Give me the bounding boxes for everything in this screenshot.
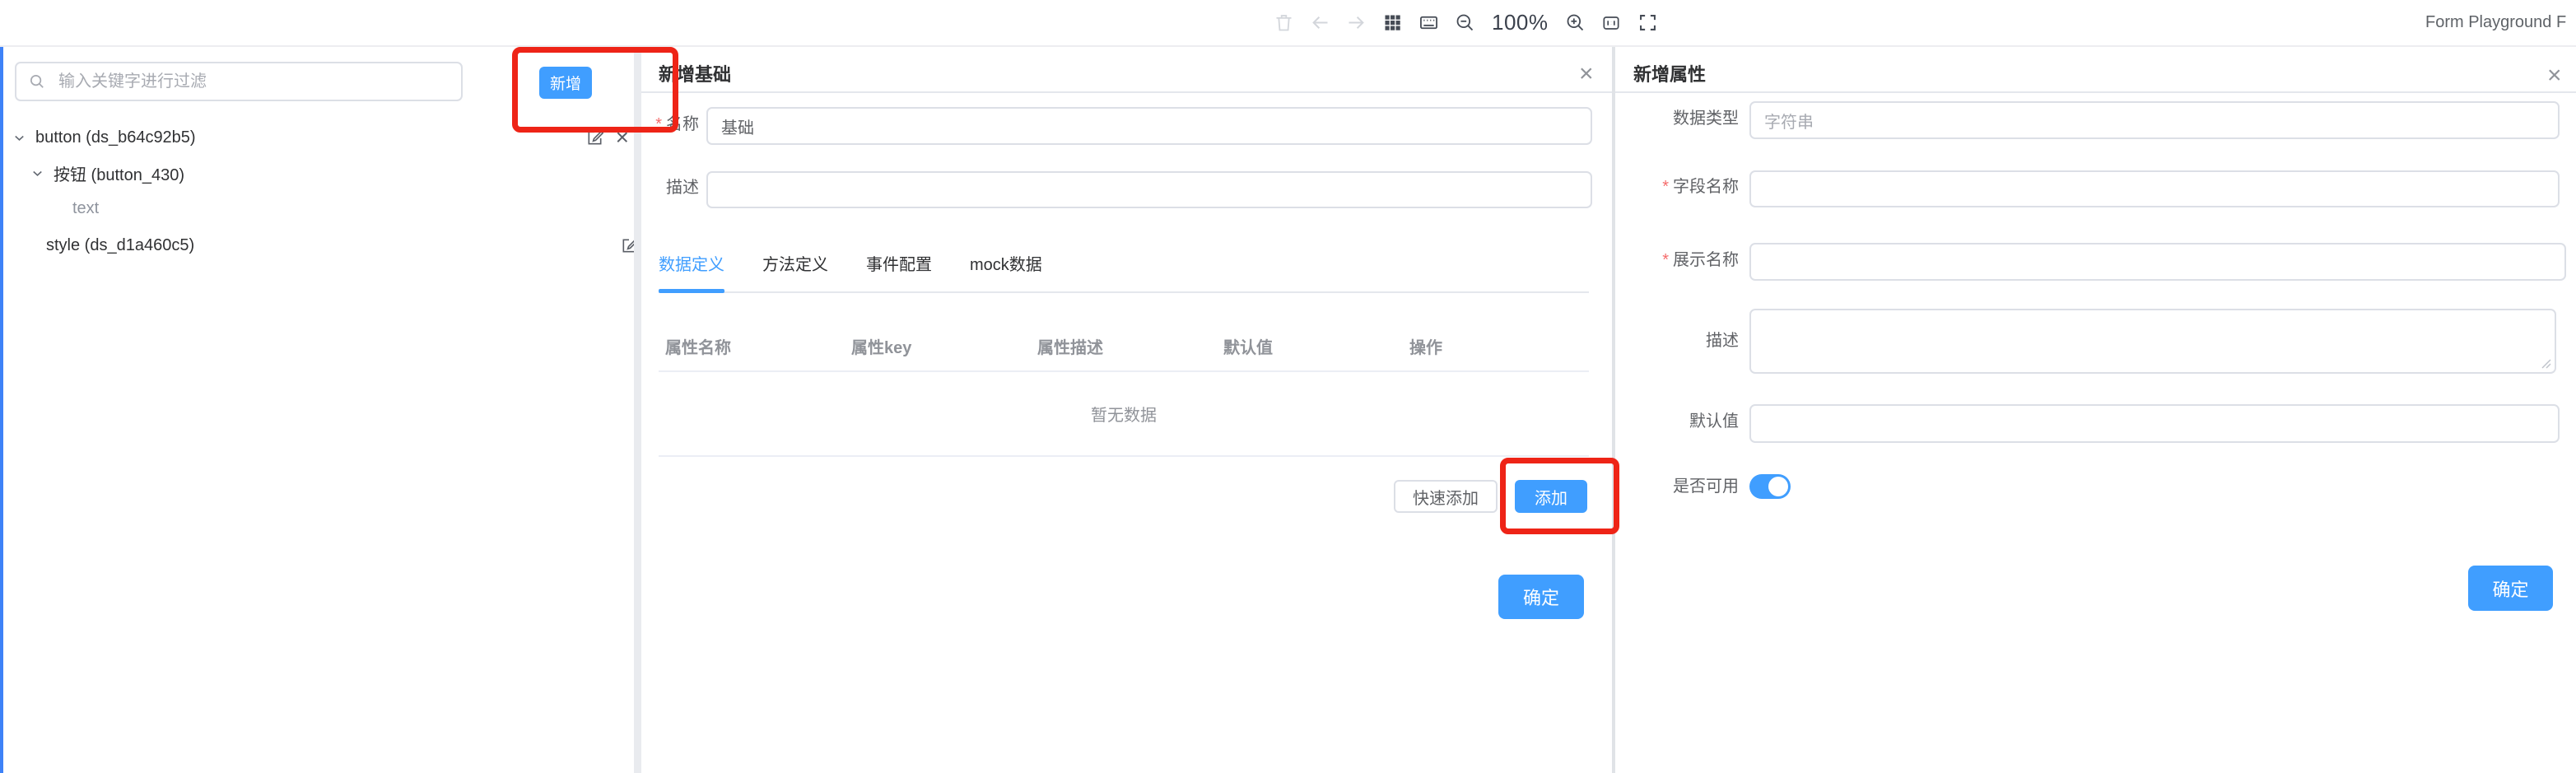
edit-node-icon[interactable] — [585, 128, 604, 147]
tree-node-label: text — [72, 199, 99, 218]
search-input[interactable] — [57, 72, 450, 92]
default-value-input[interactable] — [1749, 404, 2560, 443]
display-name-label: *展示名称 — [1615, 243, 1739, 277]
zoom-out-icon[interactable] — [1454, 12, 1476, 34]
split-view-icon[interactable] — [1600, 12, 1623, 34]
search-icon — [28, 72, 47, 91]
default-value-label: 默认值 — [1615, 404, 1739, 440]
col-header-prop-name: 属性名称 — [659, 334, 845, 358]
tree-row-button[interactable]: button (ds_b64c92b5) × — [0, 119, 642, 156]
tab-track — [659, 291, 1589, 293]
dialog-tabs: 数据定义 方法定义 事件配置 mock数据 — [659, 251, 1042, 275]
tree-row-style[interactable]: style (ds_d1a460c5) × — [0, 227, 677, 263]
col-header-actions: 操作 — [1403, 334, 1589, 358]
zoom-level-label: 100% — [1490, 10, 1550, 35]
close-icon[interactable]: × — [1579, 62, 1594, 86]
tree-node-label: button (ds_b64c92b5) — [35, 128, 196, 147]
props-table-header: 属性名称 属性key 属性描述 默认值 操作 — [659, 321, 1589, 372]
trash-icon[interactable] — [1273, 12, 1295, 34]
tree-node-label: style (ds_d1a460c5) — [46, 236, 194, 255]
chevron-down-icon[interactable] — [12, 130, 27, 146]
grid-icon[interactable] — [1381, 12, 1404, 34]
desc-label: 描述 — [1615, 309, 1739, 374]
fullscreen-icon[interactable] — [1637, 12, 1659, 34]
add-attribute-dialog: 新增属性 × 数据类型 *字段名称 *展示名称 描述 默认值 是否可用 确定 — [1615, 47, 2576, 773]
field-name-input[interactable] — [1749, 170, 2560, 207]
enabled-label: 是否可用 — [1615, 474, 1739, 499]
table-empty-state: 暂无数据 — [659, 372, 1589, 457]
col-header-prop-desc: 属性描述 — [1031, 334, 1217, 358]
desc-textarea-wrap — [1749, 309, 2556, 374]
desc-textarea[interactable] — [1749, 309, 2556, 374]
keyboard-icon[interactable] — [1418, 12, 1440, 34]
dialog-header-divider — [1615, 91, 2576, 93]
display-name-input[interactable] — [1749, 243, 2566, 281]
switch-knob — [1768, 477, 1788, 496]
top-bar: 100% Form Playground F — [0, 0, 2576, 45]
tab-event-config[interactable]: 事件配置 — [866, 251, 932, 275]
canvas-toolbar: 100% — [1273, 0, 1659, 45]
dialog-title: 新增属性 — [1633, 60, 1706, 86]
product-title: Form Playground F — [2425, 0, 2576, 45]
tab-active-indicator — [659, 289, 724, 293]
tree-search-field — [15, 62, 463, 101]
tree-node-label: 按钮 (button_430) — [54, 161, 184, 185]
data-type-input[interactable] — [1749, 101, 2560, 139]
tab-method-definition[interactable]: 方法定义 — [762, 251, 828, 275]
name-input[interactable] — [706, 107, 1592, 145]
component-tree-panel: 新增 button (ds_b64c92b5) × 按钮 (button_430… — [0, 47, 634, 773]
enabled-toggle[interactable] — [1749, 474, 1791, 499]
required-asterisk: * — [1662, 178, 1669, 196]
add-node-button[interactable]: 新增 — [539, 67, 592, 99]
col-header-default: 默认值 — [1217, 334, 1403, 358]
tab-mock-data[interactable]: mock数据 — [970, 251, 1042, 275]
data-type-label: 数据类型 — [1615, 101, 1739, 136]
panel-splitter[interactable] — [634, 47, 641, 773]
tree-row-text[interactable]: text — [0, 190, 703, 226]
field-name-label: *字段名称 — [1615, 170, 1739, 204]
required-asterisk: * — [1662, 251, 1669, 269]
desc-input[interactable] — [706, 171, 1592, 208]
confirm-button[interactable]: 确定 — [2468, 566, 2553, 611]
delete-node-icon[interactable]: × — [616, 126, 629, 149]
close-icon[interactable]: × — [2547, 63, 2562, 88]
zoom-in-icon[interactable] — [1564, 12, 1586, 34]
redo-arrow-icon[interactable] — [1345, 12, 1367, 34]
quick-add-button[interactable]: 快速添加 — [1394, 480, 1498, 513]
tree-row-anniu[interactable]: 按钮 (button_430) — [0, 155, 660, 191]
col-header-prop-key: 属性key — [845, 334, 1031, 358]
desc-field-label: 描述 — [641, 171, 699, 205]
dialog-header-divider — [641, 91, 1612, 93]
confirm-button[interactable]: 确定 — [1498, 575, 1584, 619]
name-field-label: *名称 — [641, 107, 699, 142]
chevron-down-icon[interactable] — [30, 165, 45, 181]
dialog-title: 新增基础 — [659, 60, 731, 86]
tab-data-definition[interactable]: 数据定义 — [659, 251, 724, 275]
resize-handle-icon[interactable] — [2541, 358, 2552, 370]
required-asterisk: * — [655, 115, 662, 133]
add-base-dialog: 新增基础 × *名称 描述 数据定义 方法定义 事件配置 mock数据 属性名称… — [641, 47, 1612, 773]
add-property-button[interactable]: 添加 — [1515, 480, 1587, 513]
panel-accent-line — [0, 47, 3, 773]
undo-arrow-icon[interactable] — [1309, 12, 1331, 34]
